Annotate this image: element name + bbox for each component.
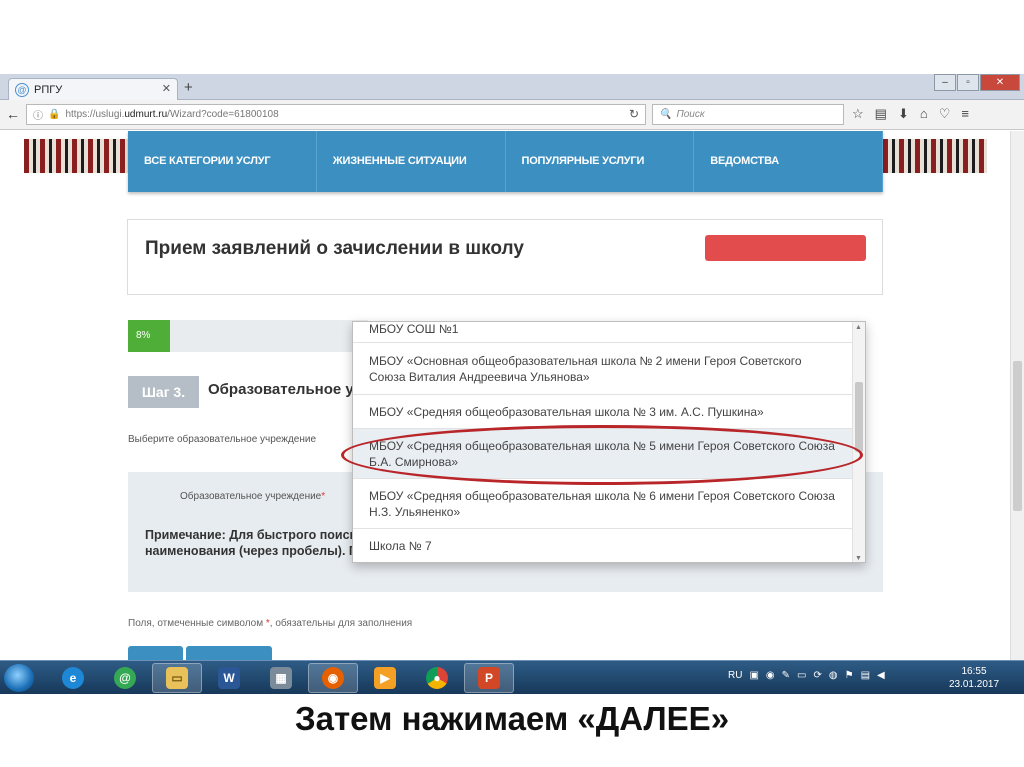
- action-button[interactable]: [705, 235, 866, 261]
- tab-title: РПГУ: [34, 83, 63, 96]
- start-button[interactable]: [4, 664, 34, 692]
- language-indicator[interactable]: RU: [728, 670, 742, 681]
- search-placeholder: Поиск: [676, 109, 705, 120]
- slide: @ РПГУ ✕ + – ▫ ✕ ← ⓘ 🔒 https://uslugi.ud…: [0, 0, 1024, 767]
- clock-time: 16:55: [961, 666, 987, 677]
- pocket-icon[interactable]: ♡: [939, 106, 951, 122]
- web-page: ВСЕ КАТЕГОРИИ УСЛУГ ЖИЗНЕННЫЕ СИТУАЦИИ П…: [0, 131, 1010, 694]
- tray-network-icon[interactable]: ✎: [782, 670, 790, 681]
- dropdown-option[interactable]: МБОУ «Средняя общеобразовательная школа …: [353, 395, 853, 429]
- site-favicon-icon: @: [15, 82, 29, 97]
- page-scroll-thumb[interactable]: [1013, 361, 1022, 511]
- school-field-label: Образовательное учреждение*: [180, 491, 325, 502]
- url-prefix: https://uslugi.: [65, 109, 125, 120]
- tray-display-icon[interactable]: ▭: [797, 670, 806, 681]
- required-fields-note: Поля, отмеченные символом *, обязательны…: [128, 618, 412, 629]
- browser-tab-bar: @ РПГУ ✕ + – ▫ ✕: [0, 74, 1024, 100]
- required-note-before: Поля, отмеченные символом: [128, 618, 266, 629]
- back-arrow-icon[interactable]: ←: [4, 105, 22, 123]
- toolbar-icons: ☆ ▤ ⬇ ⌂ ♡ ≡: [852, 106, 969, 122]
- tray-security-icon[interactable]: ◍: [829, 670, 838, 681]
- nav-life-situations[interactable]: ЖИЗНЕННЫЕ СИТУАЦИИ: [317, 131, 506, 192]
- url-host: udmurt.ru: [124, 109, 168, 120]
- home-icon[interactable]: ⌂: [920, 106, 928, 122]
- reload-icon[interactable]: ↻: [629, 107, 639, 121]
- minimize-icon[interactable]: –: [934, 74, 956, 91]
- tray-settings-icon[interactable]: ◉: [766, 670, 775, 681]
- url-text: https://uslugi.udmurt.ru/Wizard?code=618…: [65, 109, 278, 120]
- window-controls: – ▫ ✕: [933, 74, 1020, 91]
- internet-explorer-icon[interactable]: e: [48, 663, 98, 693]
- search-input[interactable]: 🔍 Поиск: [652, 104, 844, 125]
- ornament-left: [24, 139, 128, 173]
- ornament-right: [883, 139, 987, 173]
- screenshot: @ РПГУ ✕ + – ▫ ✕ ← ⓘ 🔒 https://uslugi.ud…: [0, 74, 1024, 694]
- search-icon: 🔍: [659, 109, 672, 120]
- step-badge: Шаг 3.: [128, 376, 199, 408]
- windows-taskbar: e @ ▭ W ▦ ◉ ▶ ● P RU ▣ ◉ ✎ ▭ ⟳ ◍ ⚑ ▤ ◀ 1…: [0, 660, 1024, 694]
- progress-bar: 8%: [128, 320, 368, 352]
- new-tab-icon[interactable]: +: [184, 79, 193, 96]
- tray-flag-icon[interactable]: ⚑: [845, 670, 854, 681]
- maximize-icon[interactable]: ▫: [957, 74, 979, 91]
- dropdown-scroll-thumb[interactable]: [855, 382, 863, 452]
- school-field-label-text: Образовательное учреждение: [180, 491, 322, 502]
- required-mark: *: [321, 491, 326, 502]
- agent-icon[interactable]: @: [100, 663, 150, 693]
- page-title: Прием заявлений о зачислении в школу: [145, 238, 524, 259]
- required-note-after: , обязательны для заполнения: [269, 618, 413, 629]
- info-icon[interactable]: ⓘ: [33, 107, 43, 122]
- chrome-icon[interactable]: ●: [412, 663, 462, 693]
- tray-app-icon[interactable]: ▣: [749, 670, 758, 681]
- dropdown-scrollbar[interactable]: ▲ ▼: [852, 322, 865, 562]
- taskbar-apps: e @ ▭ W ▦ ◉ ▶ ● P: [48, 663, 514, 693]
- progress-fill: 8%: [128, 320, 170, 352]
- menu-icon[interactable]: ≡: [961, 106, 969, 122]
- word-icon[interactable]: W: [204, 663, 254, 693]
- lock-icon: 🔒: [48, 109, 61, 120]
- bookmark-star-icon[interactable]: ☆: [852, 106, 864, 122]
- browser-tab[interactable]: @ РПГУ ✕: [8, 78, 178, 100]
- tray-volume-icon[interactable]: ◀: [877, 670, 885, 681]
- powerpoint-icon[interactable]: P: [464, 663, 514, 693]
- calculator-icon[interactable]: ▦: [256, 663, 306, 693]
- media-player-icon[interactable]: ▶: [360, 663, 410, 693]
- page-scrollbar[interactable]: [1010, 131, 1024, 694]
- system-tray: RU ▣ ◉ ✎ ▭ ⟳ ◍ ⚑ ▤ ◀: [728, 670, 885, 681]
- nav-popular-services[interactable]: ПОПУЛЯРНЫЕ УСЛУГИ: [506, 131, 695, 192]
- dropdown-option[interactable]: Школа № 7: [353, 529, 853, 562]
- main-navigation: ВСЕ КАТЕГОРИИ УСЛУГ ЖИЗНЕННЫЕ СИТУАЦИИ П…: [128, 131, 883, 192]
- clock-date: 23.01.2017: [948, 679, 1000, 690]
- file-explorer-icon[interactable]: ▭: [152, 663, 202, 693]
- service-title-card: Прием заявлений о зачислении в школу: [127, 219, 883, 295]
- close-tab-icon[interactable]: ✕: [162, 82, 171, 95]
- scroll-up-icon[interactable]: ▲: [855, 324, 862, 331]
- dropdown-option[interactable]: МБОУ «Средняя общеобразовательная школа …: [353, 479, 853, 529]
- close-window-icon[interactable]: ✕: [980, 74, 1020, 91]
- dropdown-option[interactable]: МБОУ «Основная общеобразовательная школа…: [353, 343, 853, 395]
- system-clock[interactable]: 16:55 23.01.2017: [944, 665, 1004, 691]
- firefox-icon[interactable]: ◉: [308, 663, 358, 693]
- nav-departments[interactable]: ВЕДОМСТВА: [694, 131, 883, 192]
- tray-sync-icon[interactable]: ⟳: [813, 670, 821, 681]
- nav-all-categories[interactable]: ВСЕ КАТЕГОРИИ УСЛУГ: [128, 131, 317, 192]
- downloads-icon[interactable]: ⬇: [898, 106, 909, 122]
- browser-nav-bar: ← ⓘ 🔒 https://uslugi.udmurt.ru/Wizard?co…: [0, 100, 1024, 130]
- url-path: /Wizard?code=61800108: [167, 109, 279, 120]
- tray-monitor-icon[interactable]: ▤: [861, 670, 870, 681]
- scroll-down-icon[interactable]: ▼: [855, 555, 862, 562]
- step-hint: Выберите образовательное учреждение: [128, 434, 317, 445]
- highlight-ellipse: [341, 425, 863, 485]
- slide-caption: Затем нажимаем «ДАЛЕЕ»: [294, 700, 730, 737]
- reading-list-icon[interactable]: ▤: [875, 106, 887, 122]
- address-bar[interactable]: ⓘ 🔒 https://uslugi.udmurt.ru/Wizard?code…: [26, 104, 646, 125]
- dropdown-option[interactable]: МБОУ СОШ №1: [353, 322, 853, 343]
